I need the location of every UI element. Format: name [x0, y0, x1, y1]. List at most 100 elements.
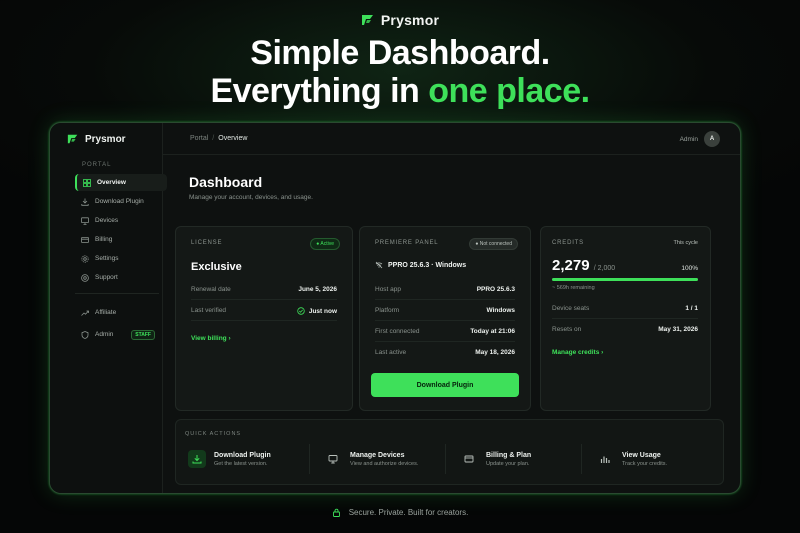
row-value: May 31, 2026 [658, 326, 698, 333]
sidebar-item-support[interactable]: Support [75, 269, 167, 286]
hero-headline: Simple Dashboard. Everything in one plac… [0, 34, 800, 110]
status-badge: ● Active [310, 238, 340, 250]
info-row: Last active May 18, 2026 [375, 349, 515, 356]
view-billing-link[interactable]: View billing › [191, 335, 231, 342]
premiere-panel-card: PREMIERE PANEL ● Not connected PPRO 25.6… [359, 226, 531, 411]
row-key: Platform [375, 307, 400, 314]
sidebar-item-label: Overview [97, 179, 126, 186]
sidebar-item-download-plugin[interactable]: Download Plugin [75, 193, 167, 210]
user-name: Admin [679, 135, 698, 143]
quick-action-desc: Track your credits. [622, 460, 668, 467]
breadcrumb-root[interactable]: Portal [190, 135, 208, 142]
sidebar-item-settings[interactable]: Settings [75, 250, 167, 267]
row-value: Just now [297, 307, 337, 315]
sidebar-brand-name: Prysmor [85, 133, 126, 145]
sidebar-item-label: Support [95, 274, 118, 281]
divider [191, 320, 337, 321]
divider [375, 320, 515, 321]
divider [552, 318, 698, 319]
credits-card: CREDITS This cycle 2,279 / 2,000 100% ~ … [540, 226, 711, 411]
link-text: View billing [191, 335, 227, 342]
sidebar-item-label: Billing [95, 236, 113, 243]
credits-used-value: 2,279 [552, 257, 590, 274]
quick-action-title: Manage Devices [350, 451, 405, 459]
sidebar-item-label: Affiliate [95, 309, 117, 316]
credits-percent: 100% [681, 265, 698, 272]
row-key: Last active [375, 349, 407, 356]
license-plan: Exclusive [191, 261, 242, 273]
row-value: May 18, 2026 [475, 349, 515, 356]
info-row: Last verified Just now [191, 307, 337, 315]
sidebar-item-billing[interactable]: Billing [75, 231, 167, 248]
manage-credits-link[interactable]: Manage credits › [552, 349, 603, 356]
main-content: Dashboard Manage your account, devices, … [163, 155, 740, 493]
chart-icon [596, 450, 614, 468]
monitor-icon [81, 216, 89, 225]
quick-action-desc: View and authorize devices. [350, 460, 419, 467]
card-icon [81, 236, 89, 243]
page-subtitle: Manage your account, devices, and usage. [189, 194, 313, 201]
download-plugin-button[interactable]: Download Plugin [371, 373, 519, 397]
row-value: June 5, 2026 [298, 286, 337, 293]
lock-icon [332, 508, 340, 517]
sidebar-item-affiliate[interactable]: Affiliate [75, 304, 167, 321]
info-row: Device seats 1 / 1 [552, 305, 698, 312]
sidebar-item-admin[interactable]: Admin STAFF [75, 326, 167, 343]
card-label: LICENSE [191, 240, 223, 246]
breadcrumb-separator: / [212, 135, 215, 142]
wifi-off-icon [375, 261, 383, 269]
topbar: Portal / Overview Admin A [163, 123, 740, 155]
quick-action-manage-devices[interactable]: Manage Devices View and authorize devices… [316, 444, 446, 474]
row-key: Device seats [552, 305, 590, 312]
breadcrumb: Portal / Overview [190, 135, 247, 142]
cycle-label: This cycle [673, 240, 698, 246]
avatar[interactable]: A [704, 131, 720, 147]
info-row: Platform Windows [375, 307, 515, 314]
row-key: Last verified [191, 307, 227, 314]
trend-icon [81, 310, 89, 316]
sidebar-item-label: Settings [95, 255, 119, 262]
staff-badge: STAFF [131, 329, 155, 340]
shield-icon [81, 330, 89, 339]
quick-action-title: Download Plugin [214, 451, 271, 459]
info-row: Host app PPRO 25.6.3 [375, 286, 515, 293]
credits-used: 2,279 / 2,000 [552, 257, 615, 274]
credits-total: / 2,000 [593, 265, 616, 272]
quick-action-view-usage[interactable]: View Usage Track your credits. [588, 444, 718, 474]
quick-action-billing-plan[interactable]: Billing & Plan Update your plan. [452, 444, 582, 474]
row-key: Resets on [552, 326, 582, 333]
app-window: Prysmor PORTAL Overview Download Plugin … [49, 122, 741, 494]
sidebar-item-label: Download Plugin [95, 198, 144, 205]
quick-actions-panel: QUICK ACTIONS Download Plugin Get the lat… [175, 419, 724, 485]
help-icon [81, 273, 89, 282]
device-summary: PPRO 25.6.3 · Windows [375, 261, 466, 269]
status-badge-text: Active [320, 241, 334, 247]
monitor-icon [324, 450, 342, 468]
info-row: Renewal date June 5, 2026 [191, 286, 337, 293]
row-value: Today at 21:06 [470, 328, 515, 335]
download-icon [188, 450, 206, 468]
brand-name: Prysmor [380, 12, 440, 28]
sidebar-brand[interactable]: Prysmor [67, 133, 126, 145]
hero-line-1: Simple Dashboard. [250, 34, 550, 72]
status-badge: ● Not connected [469, 238, 518, 250]
quick-action-download-plugin[interactable]: Download Plugin Get the latest version. [180, 444, 310, 474]
status-badge-text: Not connected [479, 241, 512, 247]
sidebar-item-label: Devices [95, 217, 119, 224]
sidebar-divider [75, 293, 159, 294]
row-key: First connected [375, 328, 420, 335]
hero-line-2: Everything in one place. [0, 72, 800, 110]
hero-accent: one place. [428, 72, 590, 110]
sidebar-item-devices[interactable]: Devices [75, 212, 167, 229]
user-menu[interactable]: Admin A [680, 131, 720, 147]
row-value: 1 / 1 [685, 305, 698, 312]
divider [375, 299, 515, 300]
prysmor-logo-icon [361, 15, 373, 25]
link-text: Manage credits [552, 349, 600, 356]
sidebar-item-overview[interactable]: Overview [75, 174, 167, 191]
credits-remaining: ~ 569h remaining [552, 285, 595, 291]
quick-actions-label: QUICK ACTIONS [185, 431, 242, 437]
card-label: PREMIERE PANEL [375, 240, 439, 246]
row-key: Host app [375, 286, 402, 293]
footer-text: Secure. Private. Built for creators. [348, 508, 469, 517]
